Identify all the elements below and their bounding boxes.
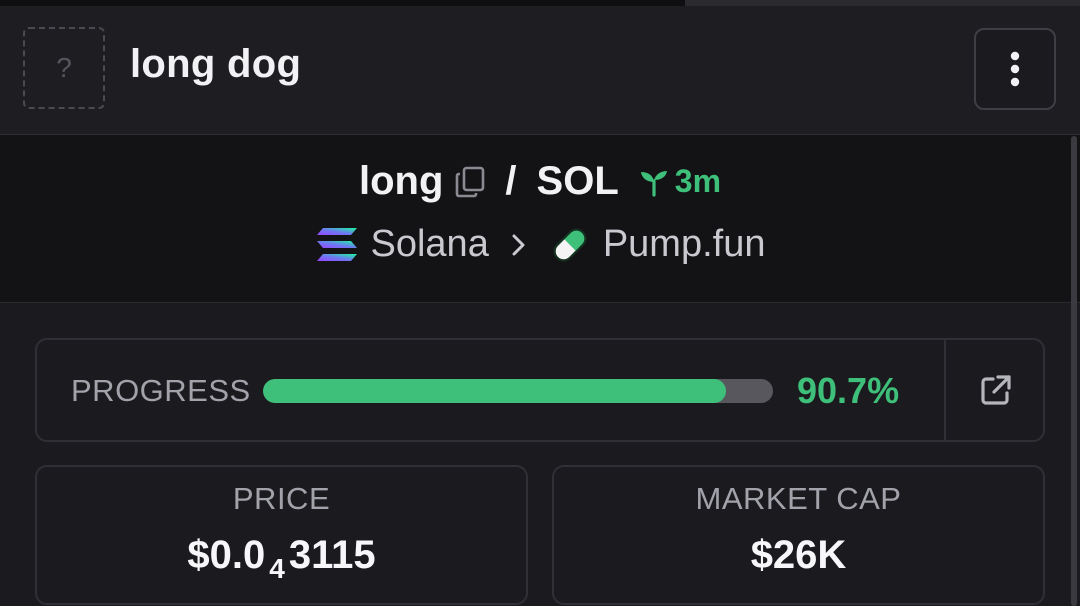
pair-info-bar: long / SOL 3m Solana Pump.fun: [0, 135, 1080, 303]
price-card: PRICE $0.0 4 3115: [35, 465, 528, 605]
price-label: PRICE: [232, 481, 331, 516]
market-cap-label: MARKET CAP: [695, 481, 902, 516]
scrollbar[interactable]: [1071, 136, 1077, 606]
progress-bar-fill: [263, 379, 726, 403]
price-zero-count: 4: [269, 553, 285, 584]
more-vertical-icon: [1008, 51, 1022, 87]
base-symbol: long: [358, 159, 444, 203]
pill-icon: [549, 224, 591, 266]
pair-separator: /: [505, 159, 517, 203]
price-prefix: $0.0: [187, 533, 266, 577]
progress-bar: [263, 379, 773, 403]
chain-name[interactable]: Solana: [371, 223, 489, 266]
chain-dex-breadcrumb: Solana Pump.fun: [0, 223, 1080, 266]
market-cap-card: MARKET CAP $26K: [552, 465, 1045, 605]
more-options-button[interactable]: [974, 28, 1056, 110]
token-avatar-placeholder: ?: [23, 27, 105, 109]
bonding-progress-card: PROGRESS 90.7%: [35, 338, 1045, 442]
dex-name[interactable]: Pump.fun: [603, 223, 766, 266]
quote-symbol: SOL: [536, 159, 619, 203]
external-link-button[interactable]: [946, 340, 1045, 440]
chevron-right-icon: [511, 233, 527, 257]
token-name: long dog: [130, 42, 302, 86]
progress-percent: 90.7%: [797, 370, 900, 411]
copy-icon[interactable]: [455, 166, 485, 198]
solana-logo-icon: [315, 226, 359, 264]
sprout-icon: [639, 167, 669, 197]
price-digits: 3115: [288, 533, 376, 577]
pair-age: 3m: [639, 163, 721, 200]
pair-age-text: 3m: [674, 163, 722, 199]
market-cap-value: $26K: [750, 533, 847, 577]
external-link-icon: [979, 373, 1013, 407]
progress-label: PROGRESS: [71, 373, 251, 408]
token-header: ? long dog: [0, 6, 1080, 135]
price-value: $0.0 4 3115: [37, 533, 526, 584]
pair-title: long / SOL 3m: [0, 159, 1080, 204]
